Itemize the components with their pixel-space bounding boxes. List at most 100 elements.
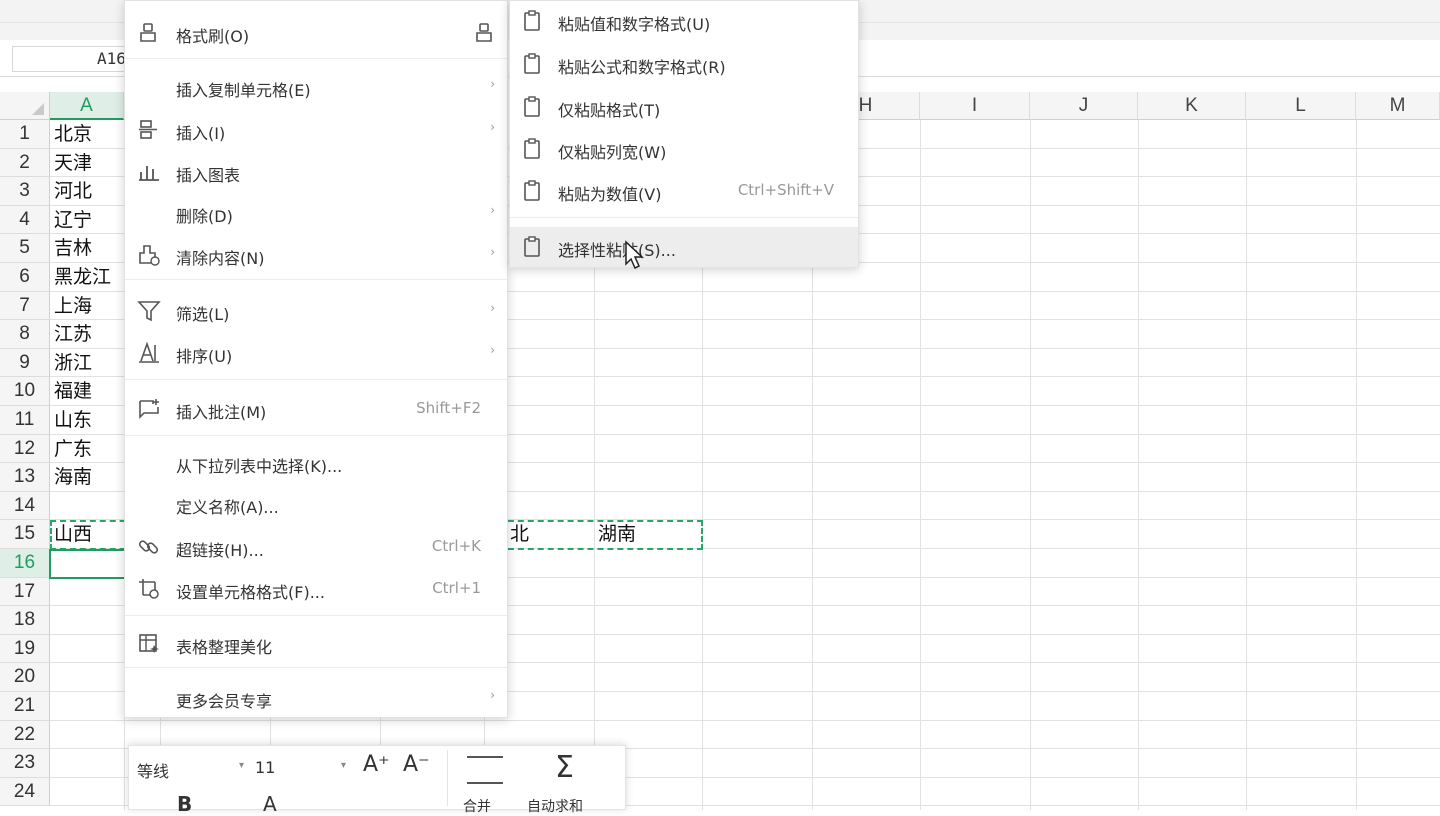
- cell-a4[interactable]: 辽宁: [54, 206, 92, 234]
- select-all-corner[interactable]: [0, 92, 50, 120]
- row-header-16[interactable]: 16: [0, 549, 50, 578]
- menu-item-9[interactable]: 插入批注(M) Shift+F2: [125, 389, 507, 429]
- insert-icon: [137, 118, 163, 142]
- row-header-23[interactable]: 23: [0, 749, 50, 778]
- paste-option-2[interactable]: 粘贴公式和数字格式(R): [510, 44, 858, 84]
- font-size-select[interactable]: 11 ▾: [255, 758, 351, 777]
- menu-item-15[interactable]: 更多会员专享 ›: [125, 678, 507, 718]
- comment-icon: [137, 397, 163, 421]
- menu-item-14[interactable]: 表格整理美化: [125, 624, 507, 664]
- cell-a8[interactable]: 江苏: [54, 320, 92, 348]
- row-header-10[interactable]: 10: [0, 377, 50, 406]
- paste-formula-number-format-icon: [522, 52, 546, 76]
- sum-icon[interactable]: Σ: [555, 750, 574, 785]
- row-header-1[interactable]: 1: [0, 120, 50, 149]
- cell-a10[interactable]: 福建: [54, 377, 92, 405]
- paste-submenu: 粘贴值和数字格式(U) 粘贴公式和数字格式(R) 仅粘贴格式(T) 仅粘贴列宽(W) 粘…: [509, 0, 859, 268]
- row-header-18[interactable]: 18: [0, 606, 50, 635]
- column-header-i[interactable]: I: [920, 92, 1030, 120]
- row-header-13[interactable]: 13: [0, 463, 50, 492]
- row-header-4[interactable]: 4: [0, 205, 50, 235]
- menu-item-13[interactable]: 设置单元格格式(F)... Ctrl+1: [125, 569, 507, 609]
- menu-separator: [125, 279, 507, 280]
- menu-item-2[interactable]: 插入复制单元格(E) ›: [125, 67, 507, 107]
- paste-option-label: 粘贴值和数字格式(U): [558, 15, 711, 34]
- menu-item-label: 格式刷(O): [176, 27, 250, 46]
- row-header-3[interactable]: 3: [0, 177, 50, 206]
- merge-button-label[interactable]: 合并: [463, 796, 491, 816]
- row-header-14[interactable]: 14: [0, 491, 50, 521]
- bold-button[interactable]: B: [177, 792, 192, 816]
- autosum-button-label[interactable]: 自动求和: [527, 796, 583, 816]
- name-box[interactable]: A16: [12, 46, 126, 72]
- increase-font-button[interactable]: A⁺: [363, 752, 390, 777]
- row-header-19[interactable]: 19: [0, 634, 50, 664]
- menu-item-10[interactable]: 从下拉列表中选择(K)...: [125, 443, 507, 483]
- cell-a2[interactable]: 天津: [54, 149, 92, 177]
- paste-option-3[interactable]: 仅粘贴格式(T): [510, 87, 858, 127]
- column-header-k[interactable]: K: [1138, 92, 1246, 120]
- submenu-arrow-icon: ›: [490, 343, 495, 357]
- link-icon: [137, 535, 163, 559]
- row-header-6[interactable]: 6: [0, 263, 50, 292]
- paste-option-5[interactable]: 粘贴为数值(V) Ctrl+Shift+V: [510, 171, 858, 211]
- format-painter-lock-icon[interactable]: [473, 21, 497, 49]
- menu-item-6[interactable]: 清除内容(N) ›: [125, 235, 507, 275]
- row-header-2[interactable]: 2: [0, 148, 50, 178]
- cell-a13[interactable]: 海南: [54, 463, 92, 491]
- cell-a1[interactable]: 北京: [54, 120, 92, 148]
- row-header-21[interactable]: 21: [0, 692, 50, 721]
- menu-separator: [125, 615, 507, 616]
- menu-item-label: 删除(D): [176, 207, 233, 226]
- menu-item-7[interactable]: 筛选(L) ›: [125, 291, 507, 331]
- column-header-j[interactable]: J: [1030, 92, 1138, 120]
- font-color-button[interactable]: A: [263, 792, 277, 816]
- paste-option-6[interactable]: 选择性粘贴(S)...: [510, 227, 858, 267]
- menu-item-4[interactable]: 插入图表: [125, 152, 507, 192]
- menu-item-5[interactable]: 删除(D) ›: [125, 193, 507, 233]
- row-header-11[interactable]: 11: [0, 406, 50, 435]
- menu-item-1[interactable]: 格式刷(O): [125, 13, 507, 53]
- row-header-24[interactable]: 24: [0, 777, 50, 807]
- active-cell-a16[interactable]: [49, 549, 126, 579]
- decrease-font-button[interactable]: A⁻: [403, 752, 430, 777]
- menu-item-8[interactable]: 排序(U) ›: [125, 333, 507, 373]
- cell-a6[interactable]: 黑龙江: [54, 263, 111, 291]
- column-header-l[interactable]: L: [1246, 92, 1356, 120]
- cell-a5[interactable]: 吉林: [54, 234, 92, 262]
- row-header-15[interactable]: 15: [0, 520, 50, 549]
- menu-item-11[interactable]: 定义名称(A)...: [125, 484, 507, 524]
- menu-separator: [125, 58, 507, 59]
- row-header-7[interactable]: 7: [0, 291, 50, 321]
- cell-a7[interactable]: 上海: [54, 292, 92, 320]
- menu-item-12[interactable]: 超链接(H)... Ctrl+K: [125, 527, 507, 567]
- menu-item-3[interactable]: 插入(I) ›: [125, 110, 507, 150]
- menu-separator: [125, 667, 507, 668]
- chart-icon: [137, 160, 163, 184]
- cell-a11[interactable]: 山东: [54, 406, 92, 434]
- paste-option-label: 粘贴为数值(V): [558, 185, 662, 204]
- merge-icon[interactable]: [467, 756, 503, 784]
- cell-a3[interactable]: 河北: [54, 177, 92, 205]
- column-header-m[interactable]: M: [1356, 92, 1440, 120]
- submenu-separator: [510, 217, 858, 218]
- row-header-17[interactable]: 17: [0, 577, 50, 607]
- paste-option-1[interactable]: 粘贴值和数字格式(U): [510, 1, 858, 41]
- cell-a9[interactable]: 浙江: [54, 349, 92, 377]
- row-header-9[interactable]: 9: [0, 348, 50, 378]
- row-header-12[interactable]: 12: [0, 434, 50, 464]
- row-header-20[interactable]: 20: [0, 663, 50, 692]
- paste-option-4[interactable]: 仅粘贴列宽(W): [510, 129, 858, 169]
- font-name-select[interactable]: 等线 ▾: [137, 758, 247, 782]
- row-header-8[interactable]: 8: [0, 320, 50, 349]
- cell-a12[interactable]: 广东: [54, 435, 92, 463]
- row-header-5[interactable]: 5: [0, 234, 50, 263]
- menu-item-label: 插入图表: [176, 166, 241, 185]
- paste-as-values-icon: [522, 179, 546, 203]
- paste-option-label: 粘贴公式和数字格式(R): [558, 58, 726, 77]
- submenu-arrow-icon: ›: [490, 203, 495, 217]
- row-header-22[interactable]: 22: [0, 720, 50, 750]
- column-header-a[interactable]: A: [50, 92, 124, 120]
- menu-item-label: 插入(I): [176, 124, 226, 143]
- submenu-arrow-icon: ›: [490, 301, 495, 315]
